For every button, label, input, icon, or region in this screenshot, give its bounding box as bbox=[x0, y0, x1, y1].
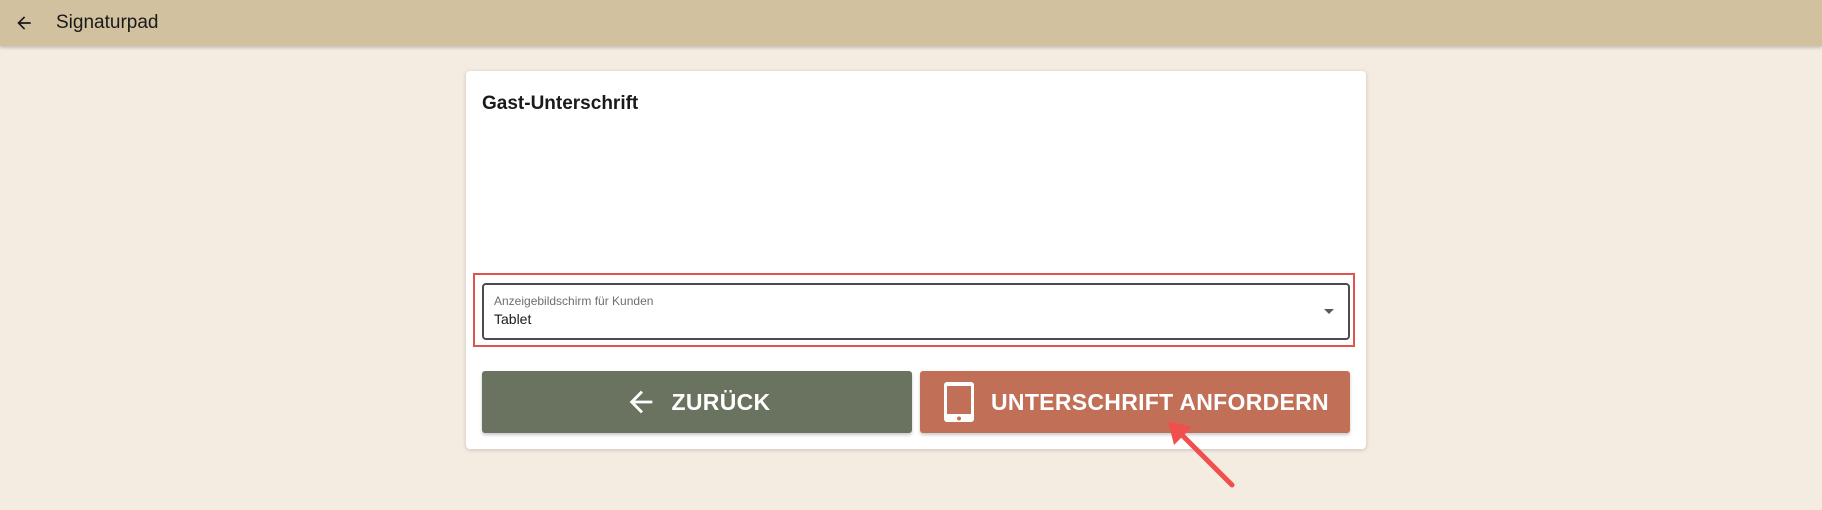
back-action-button[interactable]: ZURÜCK bbox=[482, 371, 912, 433]
back-button[interactable] bbox=[12, 11, 36, 35]
page-title: Signaturpad bbox=[56, 12, 159, 33]
app-header: Signaturpad bbox=[0, 0, 1822, 46]
select-label: Anzeigebildschirm für Kunden bbox=[494, 294, 654, 308]
select-value: Tablet bbox=[494, 311, 532, 327]
arrow-left-icon bbox=[624, 385, 658, 419]
caret-down-icon bbox=[1324, 309, 1334, 314]
display-screen-select[interactable]: Anzeigebildschirm für Kunden Tablet bbox=[482, 283, 1350, 340]
annotation-arrow bbox=[1168, 421, 1235, 488]
request-signature-label: UNTERSCHRIFT ANFORDERN bbox=[991, 388, 1329, 415]
signature-card: Gast-Unterschrift Anzeigebildschirm für … bbox=[466, 71, 1366, 449]
card-title: Gast-Unterschrift bbox=[482, 93, 639, 114]
request-signature-button[interactable]: UNTERSCHRIFT ANFORDERN bbox=[920, 371, 1350, 433]
back-action-label: ZURÜCK bbox=[671, 388, 771, 415]
arrow-left-icon bbox=[17, 16, 31, 30]
tablet-icon bbox=[941, 380, 977, 424]
